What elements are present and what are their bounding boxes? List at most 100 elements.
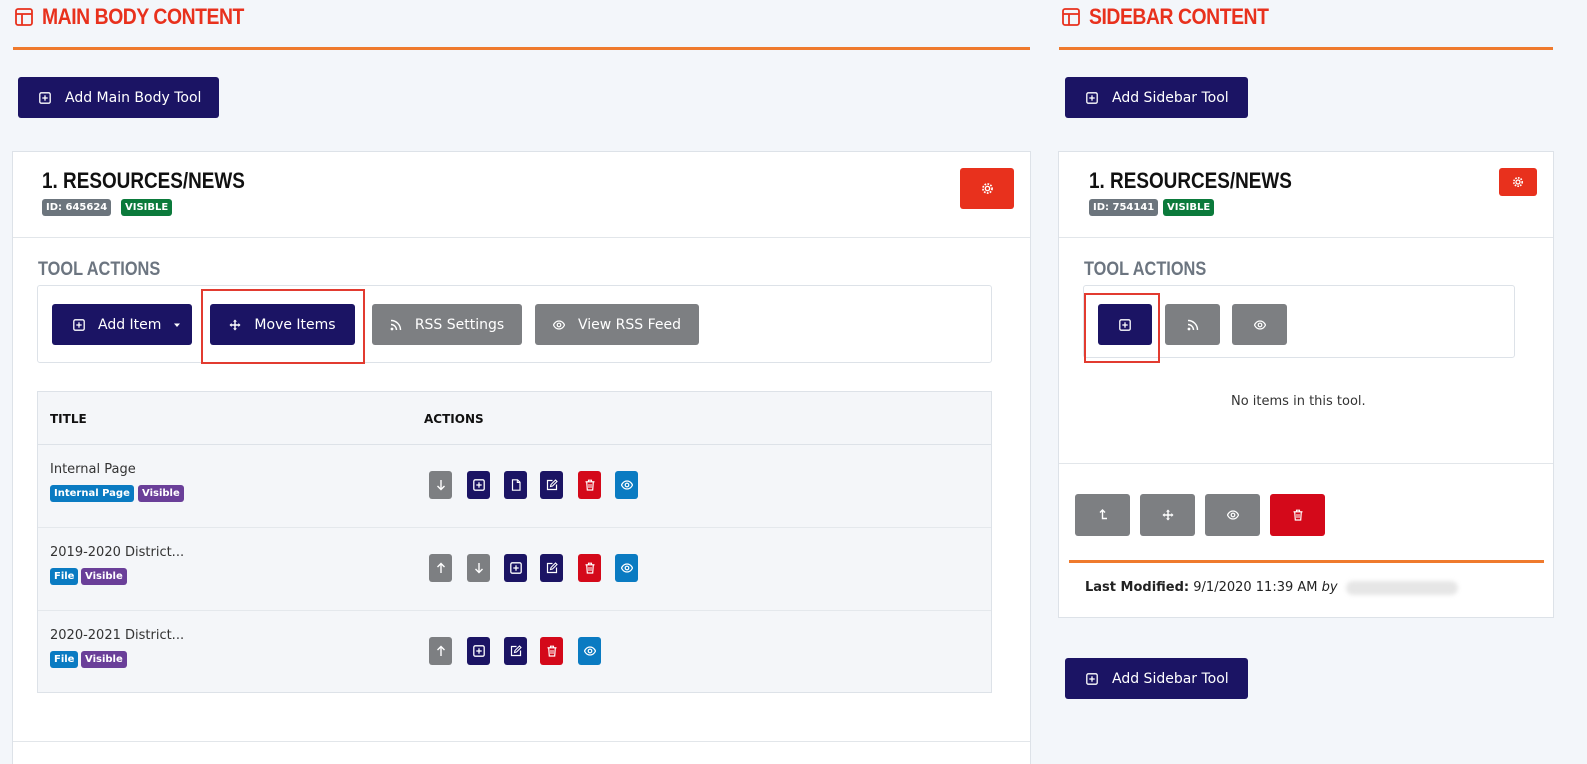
add-subitem-button[interactable] bbox=[467, 471, 490, 499]
trash-icon bbox=[584, 562, 596, 574]
row-title: 2020-2021 District... bbox=[50, 628, 185, 643]
move-tool-up-button[interactable] bbox=[1075, 494, 1130, 536]
edit-icon bbox=[546, 479, 558, 491]
edit-button[interactable] bbox=[540, 471, 563, 499]
main-section-title: MAIN BODY CONTENT bbox=[42, 4, 244, 29]
sidebar-id-badge: ID: 754141 bbox=[1089, 199, 1159, 216]
main-card-title: 1. RESOURCES/NEWS bbox=[42, 168, 245, 193]
sidebar-card-divider bbox=[1059, 237, 1553, 238]
row-title: 2019-2020 District... bbox=[50, 545, 185, 560]
sidebar-card-footer-divider bbox=[1059, 463, 1553, 464]
edit-button[interactable] bbox=[540, 554, 563, 582]
arrow-down-icon bbox=[435, 479, 447, 491]
arrow-up-icon bbox=[435, 562, 447, 574]
eye-icon bbox=[621, 479, 633, 491]
visibility-badge: Visible bbox=[81, 651, 127, 668]
sidebar-card-title: 1. RESOURCES/NEWS bbox=[1089, 168, 1292, 193]
sidebar-section-title: SIDEBAR CONTENT bbox=[1089, 4, 1269, 29]
main-settings-button[interactable] bbox=[960, 168, 1014, 209]
delete-button[interactable] bbox=[540, 637, 563, 665]
sidebar-tool-card: 1. RESOURCES/NEWS ID: 754141 VISIBLE TOO… bbox=[1058, 151, 1554, 618]
main-tool-actions-box: Add Item Move Items RSS Settings View RS… bbox=[37, 285, 992, 363]
edit-icon bbox=[510, 645, 522, 657]
move-down-button[interactable] bbox=[467, 554, 490, 582]
rss-icon bbox=[1187, 319, 1199, 331]
visibility-badge: Visible bbox=[138, 485, 184, 502]
edit-button[interactable] bbox=[504, 637, 527, 665]
view-button[interactable] bbox=[615, 471, 638, 499]
main-section-header: MAIN BODY CONTENT bbox=[14, 4, 271, 30]
file-icon bbox=[510, 479, 522, 491]
eye-icon bbox=[584, 645, 596, 657]
move-items-highlight bbox=[201, 289, 365, 364]
sidebar-section-rule bbox=[1059, 47, 1553, 50]
add-sidebar-tool-label: Add Sidebar Tool bbox=[1112, 89, 1229, 106]
main-tool-card: 1. RESOURCES/NEWS ID: 645624 VISIBLE TOO… bbox=[12, 151, 1031, 764]
sidebar-view-rss-button[interactable] bbox=[1232, 304, 1287, 345]
view-button[interactable] bbox=[578, 637, 601, 665]
row-divider bbox=[38, 610, 991, 611]
rss-settings-label: RSS Settings bbox=[414, 316, 505, 333]
add-sidebar-tool-button[interactable]: Add Sidebar Tool bbox=[1065, 77, 1248, 118]
sidebar-settings-button[interactable] bbox=[1499, 168, 1537, 196]
file-button[interactable] bbox=[504, 471, 527, 499]
add-sidebar-tool-bottom-label: Add Sidebar Tool bbox=[1112, 670, 1229, 687]
move-up-button[interactable] bbox=[429, 637, 452, 665]
plus-square-icon bbox=[73, 319, 85, 331]
last-modified-info: Last Modified: 9/1/2020 11:39 AM by bbox=[1085, 580, 1458, 595]
eye-icon bbox=[1227, 509, 1239, 521]
move-icon bbox=[1162, 509, 1174, 521]
sidebar-card-orange-rule bbox=[1069, 560, 1544, 563]
last-modified-label: Last Modified: bbox=[1085, 580, 1190, 595]
add-item-button[interactable]: Add Item bbox=[52, 304, 192, 345]
sidebar-rss-settings-button[interactable] bbox=[1165, 304, 1220, 345]
main-id-badge: ID: 645624 bbox=[42, 199, 112, 216]
type-badge: File bbox=[50, 651, 79, 668]
plus-square-icon bbox=[473, 479, 485, 491]
plus-square-icon bbox=[1086, 673, 1098, 685]
plus-square-icon bbox=[473, 645, 485, 657]
plus-square-icon bbox=[39, 92, 51, 104]
view-rss-feed-button[interactable]: View RSS Feed bbox=[535, 304, 699, 345]
delete-tool-button[interactable] bbox=[1270, 494, 1325, 536]
eye-icon bbox=[1254, 319, 1266, 331]
row-title: Internal Page bbox=[50, 462, 136, 477]
rss-icon bbox=[390, 319, 402, 331]
add-main-body-tool-button[interactable]: Add Main Body Tool bbox=[18, 77, 219, 118]
add-sidebar-tool-button-bottom[interactable]: Add Sidebar Tool bbox=[1065, 658, 1248, 699]
gear-icon bbox=[1512, 176, 1524, 188]
plus-square-icon bbox=[1086, 92, 1098, 104]
view-rss-feed-label: View RSS Feed bbox=[577, 316, 682, 333]
sidebar-section-header: SIDEBAR CONTENT bbox=[1061, 4, 1293, 30]
items-table: TITLE ACTIONS Internal Page Internal Pag… bbox=[37, 391, 992, 693]
arrow-up-icon bbox=[435, 645, 447, 657]
last-modified-value: 9/1/2020 11:39 AM bbox=[1193, 580, 1318, 595]
title-column-header: TITLE bbox=[50, 412, 87, 426]
type-badge: Internal Page bbox=[50, 485, 134, 502]
plus-square-icon bbox=[510, 562, 522, 574]
visibility-badge: Visible bbox=[81, 568, 127, 585]
add-main-body-tool-label: Add Main Body Tool bbox=[65, 89, 202, 106]
table-header-divider bbox=[38, 444, 991, 445]
arrow-down-icon bbox=[473, 562, 485, 574]
rss-settings-button[interactable]: RSS Settings bbox=[372, 304, 522, 345]
move-down-button[interactable] bbox=[429, 471, 452, 499]
modified-by-label: by bbox=[1321, 580, 1338, 595]
row-divider bbox=[38, 527, 991, 528]
add-subitem-button[interactable] bbox=[504, 554, 527, 582]
sidebar-tool-actions-label: TOOL ACTIONS bbox=[1084, 259, 1207, 280]
preview-tool-button[interactable] bbox=[1205, 494, 1260, 536]
move-tool-button[interactable] bbox=[1140, 494, 1195, 536]
eye-icon bbox=[621, 562, 633, 574]
empty-tool-message: No items in this tool. bbox=[1231, 394, 1366, 409]
trash-icon bbox=[584, 479, 596, 491]
move-up-button[interactable] bbox=[429, 554, 452, 582]
eye-icon bbox=[553, 319, 565, 331]
add-subitem-button[interactable] bbox=[467, 637, 490, 665]
sidebar-add-highlight bbox=[1084, 293, 1160, 363]
delete-button[interactable] bbox=[578, 554, 601, 582]
view-button[interactable] bbox=[615, 554, 638, 582]
layout-icon bbox=[1061, 7, 1081, 27]
actions-column-header: ACTIONS bbox=[424, 412, 484, 426]
delete-button[interactable] bbox=[578, 471, 601, 499]
